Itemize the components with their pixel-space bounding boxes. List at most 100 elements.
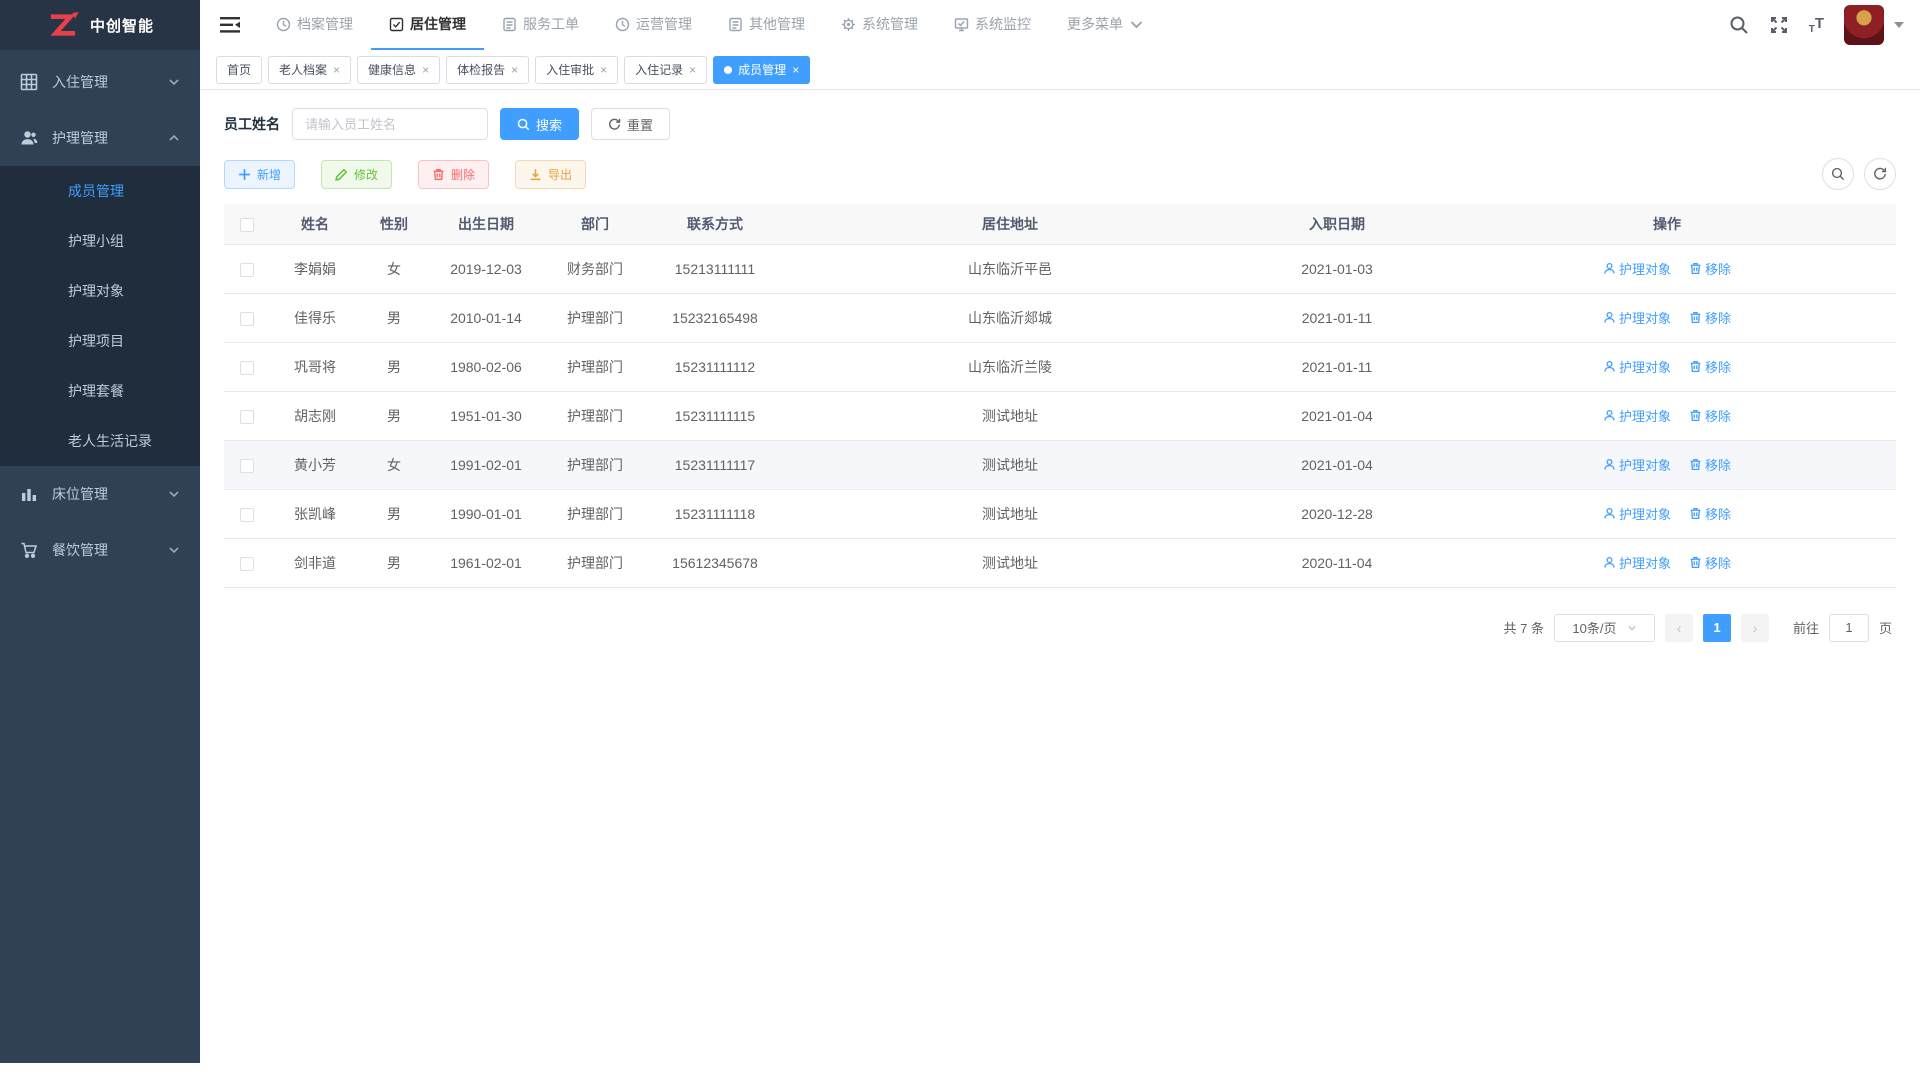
col-header-address: 居住地址 <box>784 204 1236 244</box>
cell-name: 巩哥将 <box>270 342 360 391</box>
users-icon <box>20 129 38 147</box>
fullscreen-icon[interactable] <box>1769 15 1789 35</box>
close-icon[interactable]: × <box>689 64 696 76</box>
tag-checkin-record[interactable]: 入住记录 × <box>624 56 707 84</box>
toggle-search-button[interactable] <box>1822 158 1854 190</box>
export-button[interactable]: 导出 <box>515 160 586 189</box>
care-target-link[interactable]: 护理对象 <box>1603 308 1671 327</box>
remove-link[interactable]: 移除 <box>1689 357 1731 376</box>
sidebar-item-dining[interactable]: 餐饮管理 <box>0 522 200 578</box>
person-icon <box>1603 556 1616 569</box>
cell-address: 山东临沂郯城 <box>784 293 1236 342</box>
select-all-checkbox[interactable] <box>240 218 254 232</box>
sidebar-item-nursing[interactable]: 护理管理 <box>0 110 200 166</box>
sidebar-item-nursing-group[interactable]: 护理小组 <box>0 216 200 266</box>
page-size-value: 10条/页 <box>1572 618 1616 637</box>
add-button[interactable]: 新增 <box>224 160 295 189</box>
edit-button[interactable]: 修改 <box>321 160 392 189</box>
nav-item-archives[interactable]: 档案管理 <box>258 0 371 50</box>
person-icon <box>1603 262 1616 275</box>
nav-item-residence[interactable]: 居住管理 <box>371 0 484 50</box>
nav-item-label: 更多菜单 <box>1067 14 1123 34</box>
page-number-1[interactable]: 1 <box>1703 614 1731 642</box>
remove-link[interactable]: 移除 <box>1689 308 1731 327</box>
remove-label: 移除 <box>1705 308 1731 327</box>
tag-label: 入住记录 <box>635 61 683 78</box>
remove-link[interactable]: 移除 <box>1689 553 1731 572</box>
care-target-link[interactable]: 护理对象 <box>1603 455 1671 474</box>
cell-gender: 女 <box>360 244 428 293</box>
row-checkbox[interactable] <box>240 557 254 571</box>
tag-physical-report[interactable]: 体检报告 × <box>446 56 529 84</box>
prev-page-button[interactable]: ‹ <box>1665 614 1693 642</box>
nav-item-other[interactable]: 其他管理 <box>710 0 823 50</box>
download-icon <box>529 168 542 181</box>
row-checkbox[interactable] <box>240 410 254 424</box>
close-icon[interactable]: × <box>333 64 340 76</box>
remove-label: 移除 <box>1705 455 1731 474</box>
sidebar-item-beds[interactable]: 床位管理 <box>0 466 200 522</box>
search-icon[interactable] <box>1729 15 1749 35</box>
nav-item-monitor[interactable]: 系统监控 <box>936 0 1049 50</box>
sidebar-item-members[interactable]: 成员管理 <box>0 166 200 216</box>
col-header-gender: 性别 <box>360 204 428 244</box>
care-target-link[interactable]: 护理对象 <box>1603 553 1671 572</box>
user-avatar[interactable] <box>1844 5 1884 45</box>
sidebar-item-nursing-target[interactable]: 护理对象 <box>0 266 200 316</box>
nav-item-system[interactable]: 系统管理 <box>823 0 936 50</box>
sidebar-item-elder-life-record[interactable]: 老人生活记录 <box>0 416 200 466</box>
tag-home[interactable]: 首页 <box>216 56 262 84</box>
tag-health-info[interactable]: 健康信息 × <box>357 56 440 84</box>
cell-gender: 男 <box>360 489 428 538</box>
tag-checkin-approval[interactable]: 入住审批 × <box>535 56 618 84</box>
care-target-link[interactable]: 护理对象 <box>1603 504 1671 523</box>
reset-button[interactable]: 重置 <box>591 108 670 140</box>
close-icon[interactable]: × <box>792 64 799 76</box>
page-size-select[interactable]: 10条/页 <box>1554 614 1655 642</box>
remove-label: 移除 <box>1705 357 1731 376</box>
care-target-link[interactable]: 护理对象 <box>1603 406 1671 425</box>
nav-item-more-menu[interactable]: 更多菜单 <box>1049 0 1162 50</box>
row-checkbox[interactable] <box>240 508 254 522</box>
sidebar-item-nursing-project[interactable]: 护理项目 <box>0 316 200 366</box>
remove-link[interactable]: 移除 <box>1689 406 1731 425</box>
hamburger-icon[interactable] <box>210 0 250 50</box>
chevron-down-icon <box>168 544 180 556</box>
row-checkbox[interactable] <box>240 312 254 326</box>
care-target-link[interactable]: 护理对象 <box>1603 259 1671 278</box>
cell-name: 胡志刚 <box>270 391 360 440</box>
row-checkbox[interactable] <box>240 459 254 473</box>
person-icon <box>1603 507 1616 520</box>
sidebar-item-nursing-package[interactable]: 护理套餐 <box>0 366 200 416</box>
next-page-button[interactable]: › <box>1741 614 1769 642</box>
close-icon[interactable]: × <box>422 64 429 76</box>
row-checkbox[interactable] <box>240 361 254 375</box>
remove-link[interactable]: 移除 <box>1689 455 1731 474</box>
remove-link[interactable]: 移除 <box>1689 504 1731 523</box>
goto-page-input[interactable] <box>1829 614 1869 642</box>
close-icon[interactable]: × <box>600 64 607 76</box>
cell-phone: 15232165498 <box>646 293 784 342</box>
grid-icon <box>20 73 38 91</box>
nav-item-operation[interactable]: 运营管理 <box>597 0 710 50</box>
cell-phone: 15231111112 <box>646 342 784 391</box>
nav-item-workorder[interactable]: 服务工单 <box>484 0 597 50</box>
cell-dept: 护理部门 <box>544 391 646 440</box>
remove-link[interactable]: 移除 <box>1689 259 1731 278</box>
navbar-tools: TT <box>1729 0 1904 50</box>
font-size-icon[interactable]: TT <box>1809 15 1824 35</box>
tag-elder-archive[interactable]: 老人档案 × <box>268 56 351 84</box>
nav-item-label: 档案管理 <box>297 14 353 34</box>
tag-members-active[interactable]: 成员管理 × <box>713 56 810 84</box>
staff-name-input[interactable] <box>292 108 488 140</box>
care-target-link[interactable]: 护理对象 <box>1603 357 1671 376</box>
trash-icon <box>1689 507 1702 520</box>
tag-label: 首页 <box>227 61 251 78</box>
caret-down-icon[interactable] <box>1894 22 1904 28</box>
sidebar-item-checkin[interactable]: 入住管理 <box>0 54 200 110</box>
close-icon[interactable]: × <box>511 64 518 76</box>
refresh-table-button[interactable] <box>1864 158 1896 190</box>
row-checkbox[interactable] <box>240 263 254 277</box>
delete-button[interactable]: 删除 <box>418 160 489 189</box>
search-button[interactable]: 搜索 <box>500 108 579 140</box>
